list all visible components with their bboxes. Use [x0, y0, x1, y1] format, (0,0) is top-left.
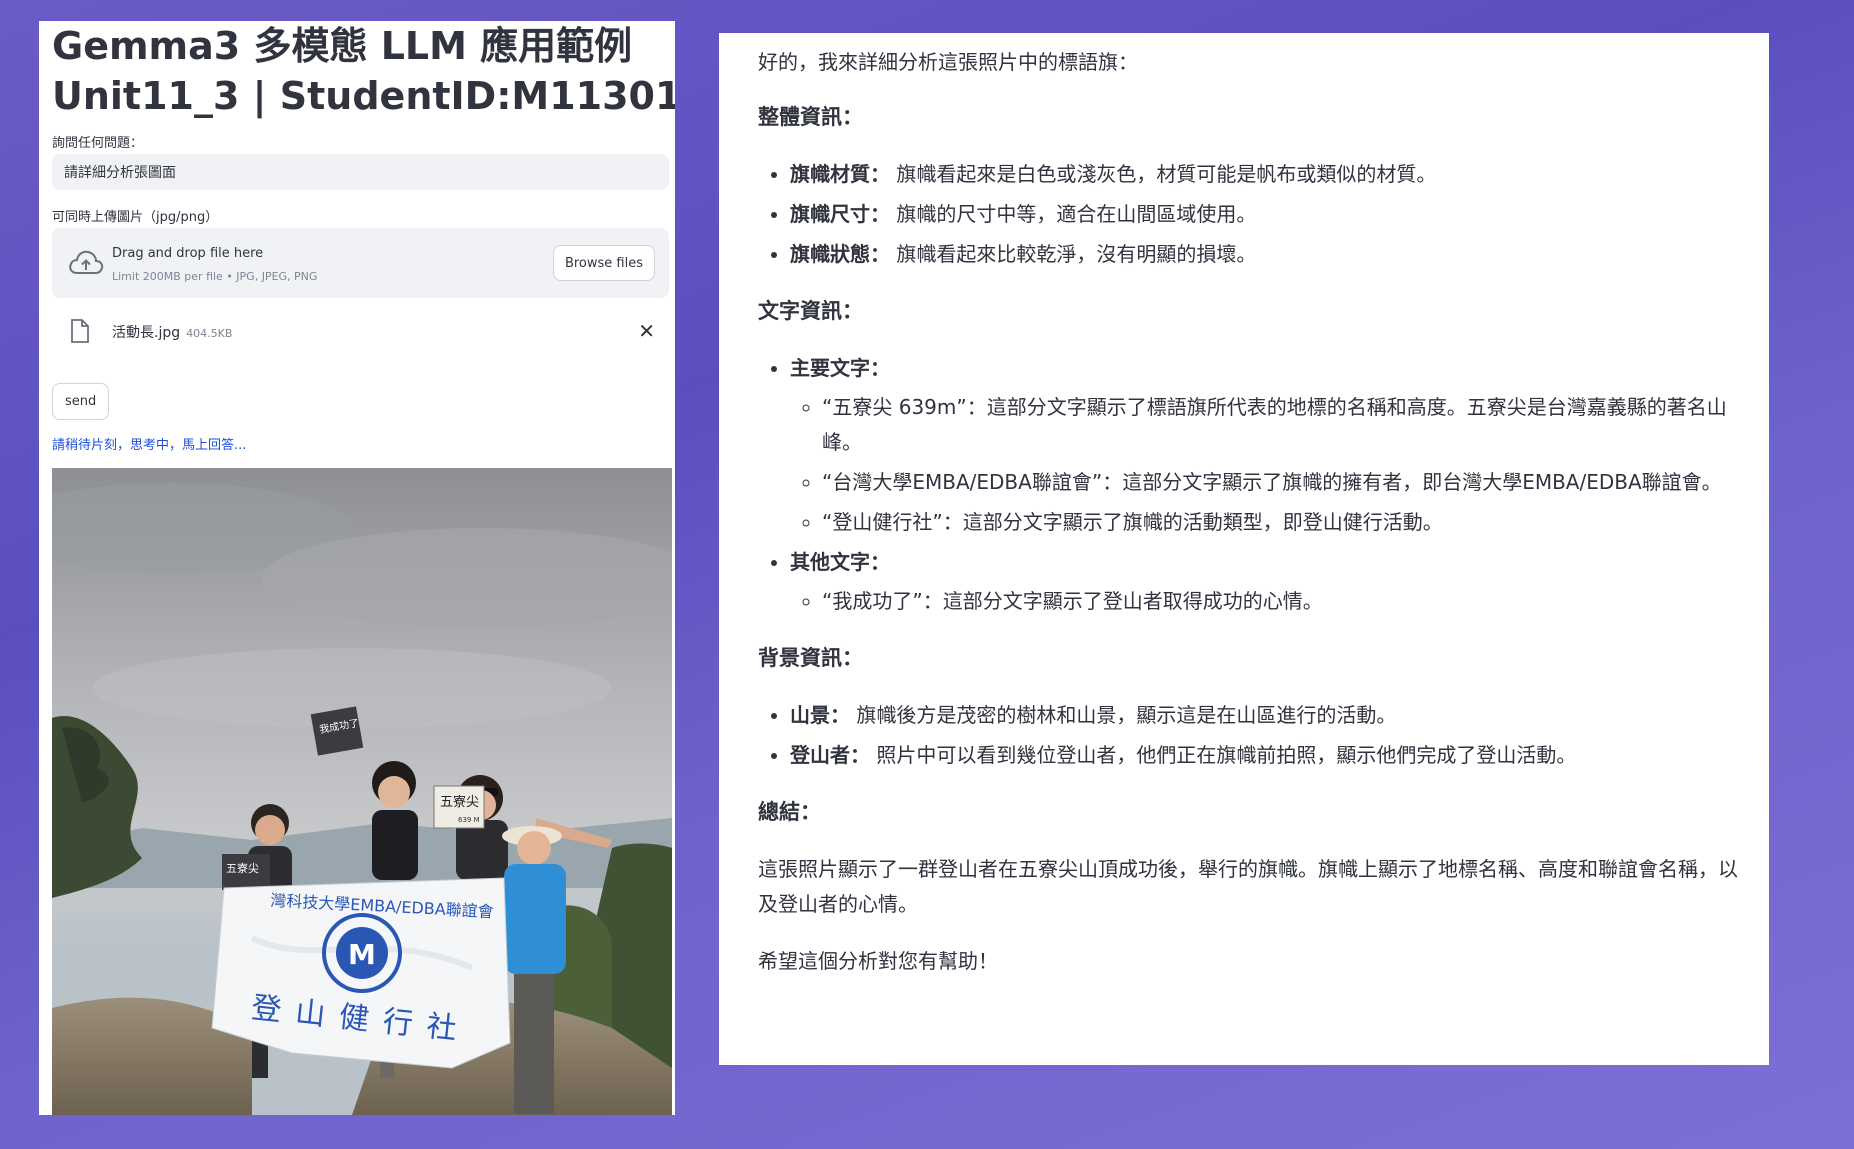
item-label: 旗幟材質： — [790, 162, 890, 186]
item-label: 主要文字： — [790, 356, 890, 380]
list-item: 登山者： 照片中可以看到幾位登山者，他們正在旗幟前拍照，顯示他們完成了登山活動。 — [790, 738, 1738, 773]
response-panel: 好的，我來詳細分析這張照片中的標語旗： 整體資訊： 旗幟材質： 旗幟看起來是白色… — [719, 33, 1769, 1065]
closing-text: 希望這個分析對您有幫助！ — [758, 949, 998, 973]
upload-label: 可同時上傳圖片（jpg/png） — [52, 210, 219, 225]
dropzone-title: Drag and drop file here — [112, 246, 264, 261]
photo-distant-mountains — [52, 818, 672, 888]
sub-list-item: “五寮尖 639m”：這部分文字顯示了標語旗所代表的地標的名稱和高度。五寮尖是台… — [822, 390, 1738, 460]
list-item: 山景： 旗幟後方是茂密的樹林和山景，顯示這是在山區進行的活動。 — [790, 698, 1738, 733]
list-item: 旗幟材質： 旗幟看起來是白色或淺灰色，材質可能是帆布或類似的材質。 — [790, 157, 1738, 192]
text-info-list: 主要文字： “五寮尖 639m”：這部分文字顯示了標語旗所代表的地標的名稱和高度… — [758, 351, 1738, 619]
background-list: 山景： 旗幟後方是茂密的樹林和山景，顯示這是在山區進行的活動。 登山者： 照片中… — [758, 698, 1738, 773]
section-heading-overall: 整體資訊： — [758, 105, 863, 129]
list-item: 其他文字： “我成功了”：這部分文字顯示了登山者取得成功的心情。 — [790, 545, 1738, 619]
photo-sign-peak: 五寮尖 639 M — [433, 785, 485, 829]
app-panel: Gemma3 多模態 LLM 應用範例 Unit11_3 | StudentID… — [39, 21, 675, 1115]
photo-badge-mark: M — [348, 938, 376, 971]
item-label: 其他文字： — [790, 550, 890, 574]
main-text-sublist: “五寮尖 639m”：這部分文字顯示了標語旗所代表的地標的名稱和高度。五寮尖是台… — [790, 390, 1738, 540]
list-item: 主要文字： “五寮尖 639m”：這部分文字顯示了標語旗所代表的地標的名稱和高度… — [790, 351, 1738, 540]
uploaded-file-row: 活動長.jpg 404.5KB ✕ — [52, 313, 669, 353]
item-label: 旗幟狀態： — [790, 242, 890, 266]
cloud-upload-icon — [69, 250, 104, 274]
list-item: 旗幟尺寸： 旗幟的尺寸中等，適合在山間區域使用。 — [790, 197, 1738, 232]
file-size: 404.5KB — [186, 327, 233, 340]
item-label: 登山者： — [790, 743, 870, 767]
item-text: 照片中可以看到幾位登山者，他們正在旗幟前拍照，顯示他們完成了登山活動。 — [876, 743, 1577, 767]
title-line-2: Unit11_3 | StudentID:M11301915 — [52, 74, 675, 118]
browse-files-button[interactable]: Browse files — [552, 245, 655, 281]
sub-list-item: “台灣大學EMBA/EDBA聯誼會”：這部分文字顯示了旗幟的擁有者，即台灣大學E… — [822, 465, 1738, 500]
page-title: Gemma3 多模態 LLM 應用範例 Unit11_3 | StudentID… — [52, 21, 675, 121]
question-input[interactable] — [52, 154, 669, 190]
sub-list-item: “登山健行社”：這部分文字顯示了旗幟的活動類型，即登山健行活動。 — [822, 505, 1738, 540]
section-heading-text: 文字資訊： — [758, 299, 863, 323]
file-name: 活動長.jpg 404.5KB — [112, 322, 232, 342]
title-line-1: Gemma3 多模態 LLM 應用範例 — [52, 24, 633, 68]
file-name-text: 活動長.jpg — [112, 325, 181, 341]
photo-sign-peak-small-text: 五寮尖 — [226, 861, 259, 875]
section-heading-summary: 總結： — [758, 800, 821, 824]
file-icon — [71, 319, 89, 343]
send-button[interactable]: send — [52, 383, 110, 420]
question-label: 詢問任何問題： — [52, 136, 144, 151]
response-intro: 好的，我來詳細分析這張照片中的標語旗： — [758, 50, 1138, 74]
item-text: 旗幟的尺寸中等，適合在山間區域使用。 — [896, 202, 1257, 226]
dropzone-subtitle: Limit 200MB per file • JPG, JPEG, PNG — [112, 270, 318, 283]
item-label: 山景： — [790, 703, 850, 727]
overall-list: 旗幟材質： 旗幟看起來是白色或淺灰色，材質可能是帆布或類似的材質。 旗幟尺寸： … — [758, 157, 1738, 272]
summary-paragraph: 這張照片顯示了一群登山者在五寮尖山頂成功後，舉行的旗幟。旗幟上顯示了地標名稱、高… — [758, 857, 1738, 916]
response-content: 好的，我來詳細分析這張照片中的標語旗： 整體資訊： 旗幟材質： 旗幟看起來是白色… — [758, 45, 1738, 979]
item-text: 旗幟看起來比較乾淨，沒有明顯的損壞。 — [896, 242, 1257, 266]
photo-sign-peak-text: 五寮尖 — [440, 794, 479, 810]
sub-list-item: “我成功了”：這部分文字顯示了登山者取得成功的心情。 — [822, 584, 1738, 619]
uploaded-photo: 我成功了 五寮尖 639 M 五寮尖 灣科技大學EMBA/EDBA聯誼會 M 登… — [52, 468, 672, 1115]
other-text-sublist: “我成功了”：這部分文字顯示了登山者取得成功的心情。 — [790, 584, 1738, 619]
photo-sign-success: 我成功了 — [310, 706, 364, 756]
photo-banner: 灣科技大學EMBA/EDBA聯誼會 M 登山健行社 — [211, 877, 511, 1069]
photo-sign-peak-height: 639 M — [458, 816, 480, 824]
section-heading-background: 背景資訊： — [758, 646, 863, 670]
item-text: 旗幟後方是茂密的樹林和山景，顯示這是在山區進行的活動。 — [856, 703, 1397, 727]
file-dropzone[interactable]: Drag and drop file here Limit 200MB per … — [52, 228, 669, 298]
item-text: 旗幟看起來是白色或淺灰色，材質可能是帆布或類似的材質。 — [896, 162, 1437, 186]
list-item: 旗幟狀態： 旗幟看起來比較乾淨，沒有明顯的損壞。 — [790, 237, 1738, 272]
photo-sign-peak-small: 五寮尖 — [222, 854, 270, 890]
remove-file-icon[interactable]: ✕ — [638, 319, 655, 343]
waiting-status: 請稍待片刻，思考中，馬上回答... — [52, 438, 247, 453]
item-label: 旗幟尺寸： — [790, 202, 890, 226]
